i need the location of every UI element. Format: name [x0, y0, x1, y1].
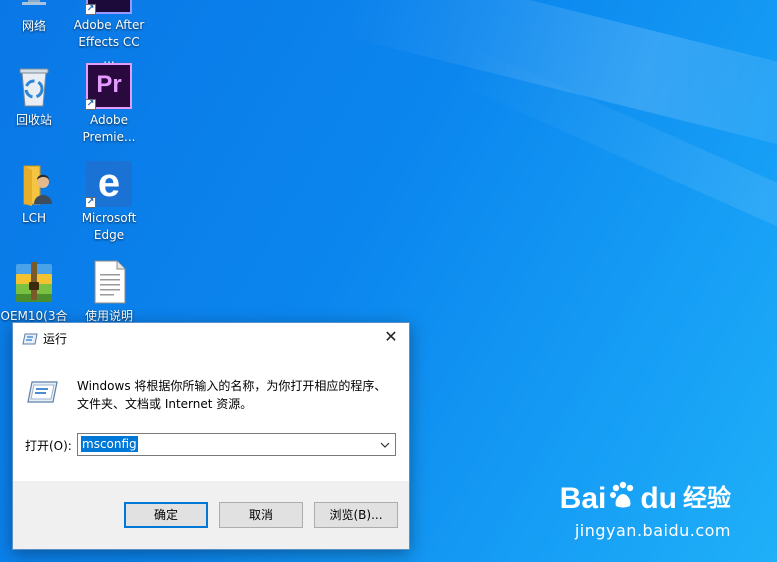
- paw-icon: [608, 480, 638, 517]
- desktop-icon-label: 回收站: [15, 113, 52, 127]
- ok-button[interactable]: 确定: [124, 502, 208, 528]
- desktop-icon-label: 网络: [21, 19, 46, 33]
- open-input[interactable]: msconfig: [81, 436, 138, 452]
- desktop-icon-archive[interactable]: OEM10(3合: [0, 258, 72, 325]
- run-icon: [22, 331, 38, 345]
- baidu-logo-right: du: [640, 481, 677, 515]
- edge-icon: e ↗: [85, 160, 133, 208]
- desktop-icon-label: Adobe After Effects CC ...: [73, 18, 145, 66]
- wallpaper-light-ray: [335, 0, 777, 160]
- run-program-icon: [26, 379, 58, 405]
- desktop-icon-label: LCH: [21, 211, 47, 225]
- desktop-icon-text-document[interactable]: 使用说明: [71, 258, 147, 325]
- open-combobox[interactable]: msconfig: [77, 433, 396, 456]
- run-dialog: 运行 ✕ Windows 将根据你所输入的名称，为你打开相应的程序、 文件夹、文…: [12, 322, 410, 550]
- desktop-icon-edge[interactable]: e ↗ Microsoft Edge: [71, 160, 147, 244]
- baidu-url: jingyan.baidu.com: [574, 521, 731, 540]
- browse-button[interactable]: 浏览(B)...: [314, 502, 398, 528]
- desktop-icon-network[interactable]: 网络: [0, 0, 72, 35]
- desktop-icon-label: Adobe Premie...: [82, 113, 136, 144]
- baidu-logo-suffix: 经验: [683, 484, 731, 512]
- close-button[interactable]: ✕: [373, 323, 409, 353]
- text-document-icon: [85, 258, 133, 306]
- open-label: 打开(O):: [25, 439, 72, 453]
- network-icon: [10, 0, 58, 16]
- desktop-icon-premiere[interactable]: Pr ↗ Adobe Premie...: [71, 62, 147, 146]
- shortcut-arrow-icon: ↗: [85, 197, 96, 208]
- dialog-footer: 确定 取消 浏览(B)...: [13, 481, 409, 549]
- dialog-title: 运行: [43, 332, 68, 346]
- user-folder-icon: [10, 160, 58, 208]
- dialog-titlebar[interactable]: 运行 ✕: [13, 323, 409, 353]
- shortcut-arrow-icon: ↗: [85, 4, 96, 15]
- dialog-description: Windows 将根据你所输入的名称，为你打开相应的程序、 文件夹、文档或 In…: [77, 379, 387, 411]
- cancel-button[interactable]: 取消: [219, 502, 303, 528]
- desktop-icon-label: Microsoft Edge: [81, 211, 137, 242]
- archive-icon: [10, 258, 58, 306]
- shortcut-arrow-icon: ↗: [85, 99, 96, 110]
- baidu-logo: Bai du 经验: [560, 480, 731, 517]
- recycle-bin-icon: [10, 62, 58, 110]
- baidu-watermark: Bai du 经验 jingyan.baidu.com: [560, 480, 731, 540]
- chevron-down-icon[interactable]: [379, 437, 391, 451]
- desktop-icon-user-folder[interactable]: LCH: [0, 160, 72, 227]
- after-effects-icon: ↗: [85, 0, 133, 15]
- desktop-icon-recycle-bin[interactable]: 回收站: [0, 62, 72, 129]
- baidu-logo-left: Bai: [559, 481, 607, 515]
- premiere-icon: Pr ↗: [85, 62, 133, 110]
- premiere-glyph: Pr: [96, 71, 122, 98]
- wallpaper-light-ray-secondary: [449, 44, 777, 276]
- desktop-icon-after-effects[interactable]: ↗ Adobe After Effects CC ...: [71, 0, 147, 68]
